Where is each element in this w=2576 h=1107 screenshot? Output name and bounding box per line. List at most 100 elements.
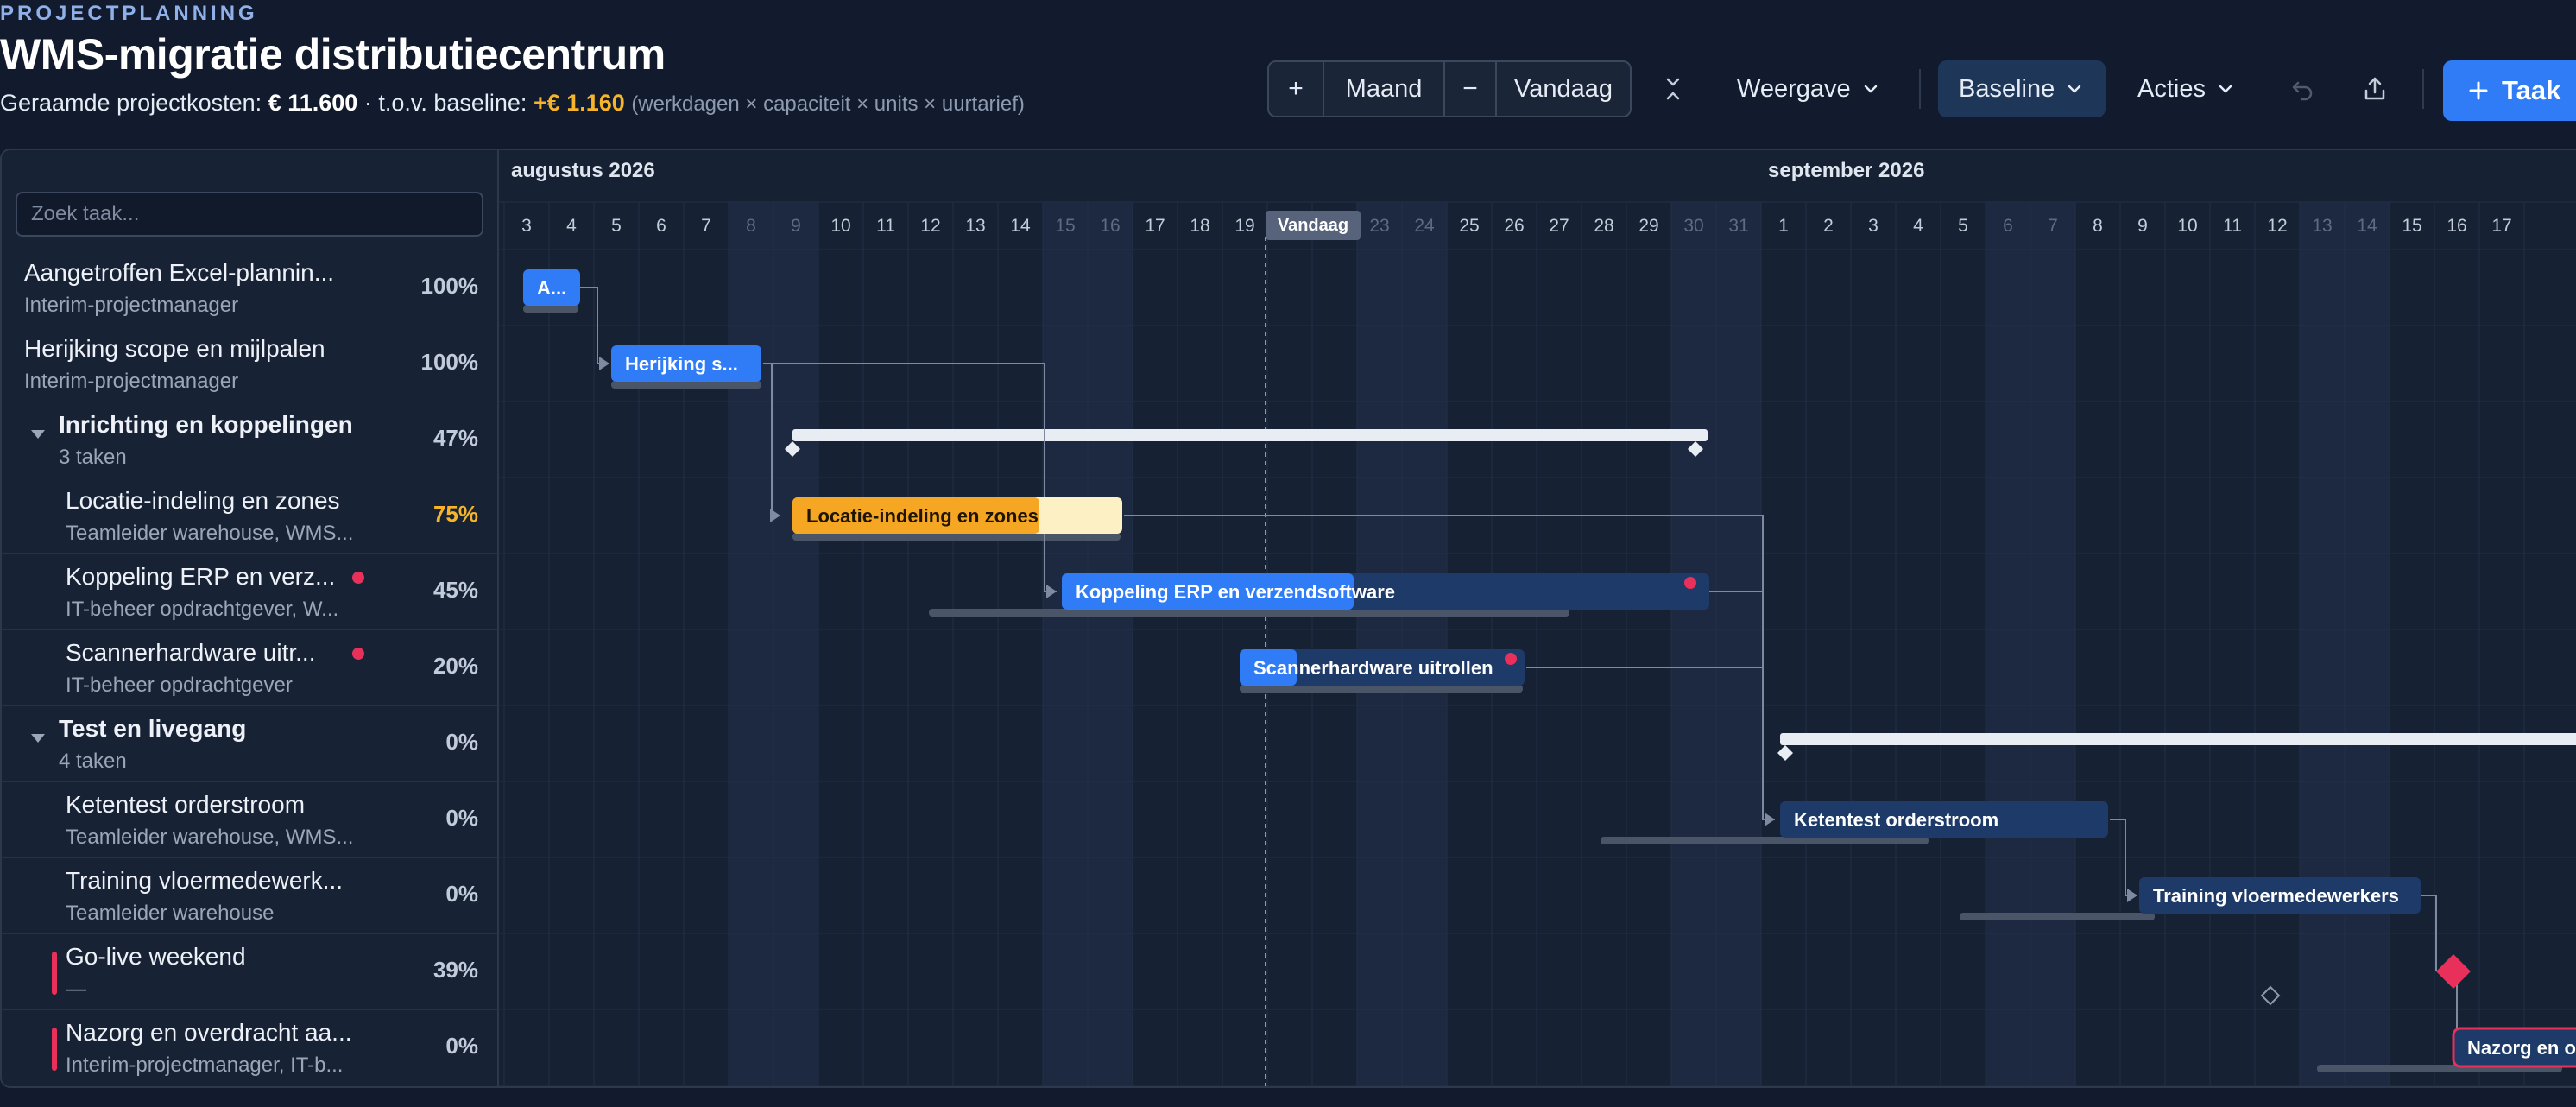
toolbar-divider	[2422, 69, 2424, 109]
task-row[interactable]: Locatie-indeling en zones Teamleider ware…	[2, 478, 499, 554]
day-label: 3	[521, 216, 532, 236]
day-label: 6	[656, 216, 666, 236]
baseline-bar	[611, 381, 761, 389]
scale-button[interactable]: Maand	[1324, 62, 1445, 116]
baseline-milestone	[2260, 985, 2281, 1006]
task-name: Scannerhardware uitr...	[66, 639, 316, 666]
export-button[interactable]	[2362, 60, 2388, 117]
weekend-column	[1986, 202, 2030, 1086]
undo-icon	[2292, 81, 2313, 101]
baseline-bar	[1960, 913, 2155, 920]
day-label: 8	[2093, 216, 2103, 236]
day-label: 28	[1594, 216, 1614, 236]
today-button[interactable]: Vandaag	[1497, 62, 1630, 116]
day-label: 13	[965, 216, 986, 236]
baseline-button[interactable]: Baseline	[1938, 60, 2106, 117]
alert-dot	[352, 648, 364, 660]
task-assignee: Teamleider warehouse, WMS...	[66, 826, 354, 849]
task-row[interactable]: Scannerhardware uitr... IT-beheer opdrach…	[2, 629, 499, 705]
day-label: 25	[1459, 216, 1480, 236]
view-button[interactable]: Weergave	[1737, 60, 1880, 117]
day-label: 14	[2357, 216, 2377, 236]
task-row[interactable]: Nazorg en overdracht aa... Interim-projec…	[2, 1009, 499, 1085]
month-label: augustus 2026	[511, 159, 655, 182]
day-label: 30	[1683, 216, 1704, 236]
critical-indicator	[52, 952, 57, 995]
gantt-panel: Aangetroffen Excel-plannin... Interim-pro…	[0, 149, 2576, 1088]
day-label: 5	[1958, 216, 1968, 236]
day-label: 7	[2048, 216, 2058, 236]
task-progress: 100%	[420, 273, 479, 299]
collapse-triangle-icon[interactable]	[31, 430, 45, 439]
task-row[interactable]: Koppeling ERP en verz... IT-beheer opdrac…	[2, 554, 499, 629]
zoom-out-button[interactable]: −	[1445, 62, 1497, 116]
day-label: 24	[1414, 216, 1435, 236]
timeline-canvas: A... Herijking s... Locatie-indeling en zo…	[499, 201, 2576, 1086]
baseline-bar	[1601, 837, 1929, 844]
costs-prefix: Geraamde projectkosten:	[0, 90, 262, 116]
day-label: 12	[920, 216, 941, 236]
task-assignee: Teamleider warehouse, WMS...	[66, 522, 354, 545]
day-label: 9	[791, 216, 801, 236]
task-name: Locatie-indeling en zones	[66, 487, 340, 514]
today-marker-label: Vandaag	[1266, 211, 1361, 240]
day-label: 13	[2312, 216, 2333, 236]
toolbar-divider	[1919, 69, 1921, 109]
day-label: 16	[1100, 216, 1121, 236]
costs-mid: · t.o.v. baseline:	[363, 90, 527, 116]
dependency-arrow	[2127, 889, 2137, 902]
task-progress: 0%	[445, 805, 478, 831]
chevron-down-icon	[2068, 85, 2081, 93]
day-label: 29	[1638, 216, 1659, 236]
task-assignee: IT-beheer opdrachtgever	[66, 674, 293, 697]
day-label: 26	[1504, 216, 1525, 236]
day-label: 7	[701, 216, 711, 236]
collapse-button[interactable]	[1662, 60, 1684, 117]
undo-button[interactable]	[2289, 60, 2315, 117]
day-label: 17	[2491, 216, 2512, 236]
alert-dot	[1684, 577, 1696, 589]
day-label: 2	[1823, 216, 1834, 236]
search-input[interactable]	[16, 192, 483, 237]
alert-dot	[1505, 653, 1517, 665]
summary-bar	[1780, 733, 2576, 745]
weekend-column	[1088, 202, 1133, 1086]
chevron-down-icon	[1864, 85, 1877, 93]
day-label: 11	[876, 216, 895, 236]
task-progress: 20%	[432, 653, 478, 679]
group-row[interactable]: Inrichting en koppelingen 3 taken 47%	[2, 402, 499, 478]
page-title: WMS-migratie distributiecentrum	[0, 30, 666, 79]
task-row[interactable]: Training vloermedewerk... Teamleider ware…	[2, 857, 499, 933]
day-label: 16	[2447, 216, 2467, 236]
task-name: Test en livegang	[59, 715, 247, 742]
day-label: 4	[566, 216, 577, 236]
day-label: 9	[2137, 216, 2148, 236]
baseline-bar	[929, 609, 1569, 617]
task-row[interactable]: Aangetroffen Excel-plannin... Interim-pro…	[2, 250, 499, 326]
actions-button[interactable]: Acties	[2137, 60, 2235, 117]
baseline-label: Baseline	[1959, 74, 2055, 103]
task-row[interactable]: Go-live weekend — 39%	[2, 933, 499, 1009]
task-assignee: 3 taken	[59, 446, 127, 469]
group-row[interactable]: Test en livegang 4 taken 0%	[2, 705, 499, 781]
upload-icon	[2364, 77, 2385, 100]
day-label: 10	[2177, 216, 2198, 236]
task-row[interactable]: Ketentest orderstroom Teamleider warehous…	[2, 781, 499, 857]
alert-dot	[352, 572, 364, 584]
weekend-column	[2345, 202, 2390, 1086]
task-row[interactable]: Herijking scope en mijlpalen Interim-proj…	[2, 326, 499, 402]
task-bar-label: Scannerhardware uitrollen	[1253, 657, 1493, 679]
zoom-in-button[interactable]: +	[1269, 62, 1324, 116]
add-task-label: Taak	[2502, 75, 2561, 105]
add-task-button[interactable]: Taak	[2443, 60, 2576, 121]
task-name: Aangetroffen Excel-plannin...	[24, 259, 335, 286]
task-progress: 39%	[432, 957, 478, 983]
go-live-milestone	[2436, 954, 2471, 989]
dependency-arrow	[1765, 813, 1775, 826]
collapse-triangle-icon[interactable]	[31, 734, 45, 743]
zoom-group: + Maand − Vandaag	[1267, 60, 1632, 117]
task-bar-label: A...	[537, 277, 566, 299]
weekend-column	[1357, 202, 1402, 1086]
weekend-column	[2300, 202, 2345, 1086]
summary-bar	[792, 429, 1708, 441]
